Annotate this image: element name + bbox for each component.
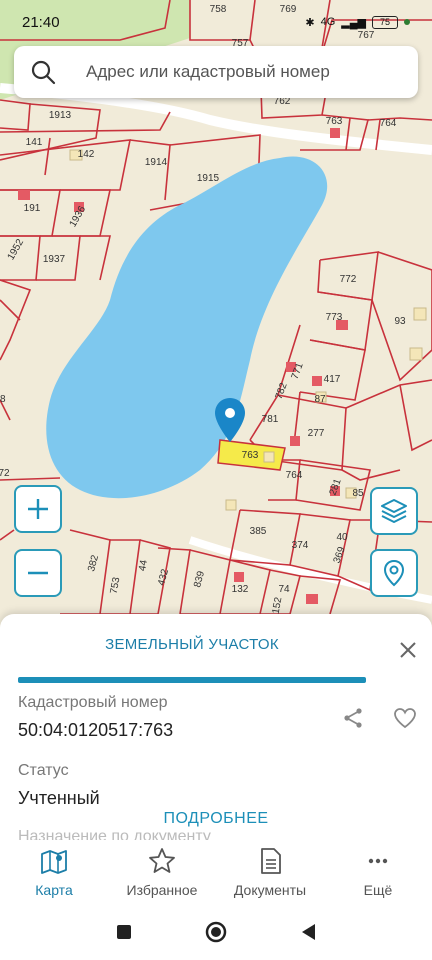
plot-label: 142	[78, 149, 95, 160]
plot-label: 781	[262, 414, 279, 425]
plot-label: 1937	[43, 254, 66, 265]
zoom-out-button[interactable]	[14, 549, 62, 597]
plot-label: 374	[292, 540, 309, 551]
plot-label: 382	[86, 553, 101, 572]
clock: 21:40	[22, 13, 60, 31]
plot-label: 1913	[49, 110, 72, 121]
plot-label: 1952	[6, 237, 27, 262]
map-icon	[41, 850, 67, 874]
status-icons: ✱ 4G ▂▄▆ 75	[305, 15, 410, 29]
minus-icon	[28, 571, 48, 575]
plot-label: 72	[0, 468, 10, 479]
cadastral-number-value: 50:04:0120517:763	[18, 720, 174, 740]
plot-label: 773	[326, 312, 343, 323]
zoom-in-button[interactable]	[14, 485, 62, 533]
plot-label: 772	[340, 274, 357, 285]
search-input[interactable]	[86, 62, 376, 82]
status-bar: 21:40 ✱ 4G ▂▄▆ 75	[0, 0, 432, 44]
plot-label: 764	[380, 118, 397, 129]
plot-label: 44	[137, 559, 150, 572]
plus-icon	[28, 499, 48, 519]
plot-label: 87	[314, 394, 326, 405]
nav-item-favorites[interactable]: Избранное	[108, 840, 216, 904]
status-label: Статус	[18, 762, 69, 779]
back-icon[interactable]	[299, 922, 317, 942]
battery-level: 75	[379, 17, 390, 27]
cadastral-number-label: Кадастровый номер	[18, 694, 168, 711]
plot-label: 417	[324, 374, 341, 385]
bluetooth-icon: ✱	[305, 16, 315, 29]
battery-icon: 75	[372, 15, 398, 29]
plot-label: 369	[332, 545, 348, 565]
plot-label: 432	[156, 567, 171, 586]
status-value: Учтенный	[18, 788, 100, 806]
plot-label: 85	[352, 488, 364, 499]
privacy-dot	[404, 19, 410, 25]
plot-label: 281	[328, 477, 344, 497]
nav-label-more: Ещё	[363, 882, 393, 898]
heart-icon[interactable]	[392, 706, 418, 730]
more-icon	[368, 858, 388, 864]
nav-label-favorites: Избранное	[126, 882, 198, 898]
plot-label: 839	[192, 569, 207, 588]
plot-label: 68	[0, 394, 6, 405]
document-icon	[261, 848, 281, 874]
search-bar[interactable]	[14, 46, 418, 98]
plot-label: 385	[250, 526, 267, 537]
share-icon[interactable]	[341, 706, 365, 730]
plot-label: 1936	[68, 204, 89, 229]
loading-bar	[18, 677, 366, 683]
signal-icon: ▂▄▆	[341, 16, 366, 29]
plot-label: 152	[271, 596, 285, 615]
layers-icon	[381, 499, 407, 523]
lake	[46, 156, 328, 499]
nav-label-documents: Документы	[233, 882, 307, 898]
star-icon	[149, 848, 175, 873]
plot-label: 763	[326, 116, 343, 127]
plot-label: 764	[286, 470, 303, 481]
layers-button[interactable]	[370, 487, 418, 535]
plot-label: 753	[109, 576, 123, 595]
plot-label: 132	[232, 584, 249, 595]
close-button[interactable]	[394, 636, 422, 664]
nav-item-documents[interactable]: Документы	[216, 840, 324, 904]
plot-label: 93	[394, 316, 406, 327]
nav-label-map: Карта	[35, 882, 73, 898]
search-icon[interactable]	[30, 59, 56, 85]
plot-label: 763	[242, 450, 259, 461]
sheet-title: ЗЕМЕЛЬНЫЙ УЧАСТОК	[105, 636, 279, 653]
plot-label: 782	[274, 381, 290, 401]
nav-item-map[interactable]: Карта	[0, 840, 108, 904]
plot-label: 191	[24, 203, 41, 214]
recent-apps-icon[interactable]	[115, 923, 133, 941]
more-details-button[interactable]: ПОДРОБНЕЕ	[0, 810, 432, 828]
nav-item-more[interactable]: Ещё	[324, 840, 432, 904]
bottom-navigation: Карта Избранное Документы Ещё	[0, 840, 432, 904]
plot-label: 141	[26, 137, 43, 148]
system-navigation-bar	[0, 904, 432, 960]
plot-label: 74	[278, 584, 290, 595]
close-icon	[400, 642, 416, 658]
plot-label: 277	[308, 428, 325, 439]
plot-label: 1915	[197, 173, 220, 184]
location-pin-icon	[383, 559, 405, 587]
home-icon[interactable]	[204, 920, 228, 944]
plot-label: 1914	[145, 157, 168, 168]
my-location-button[interactable]	[370, 549, 418, 597]
plot-label: 40	[336, 532, 348, 543]
network-type: 4G	[320, 16, 336, 28]
